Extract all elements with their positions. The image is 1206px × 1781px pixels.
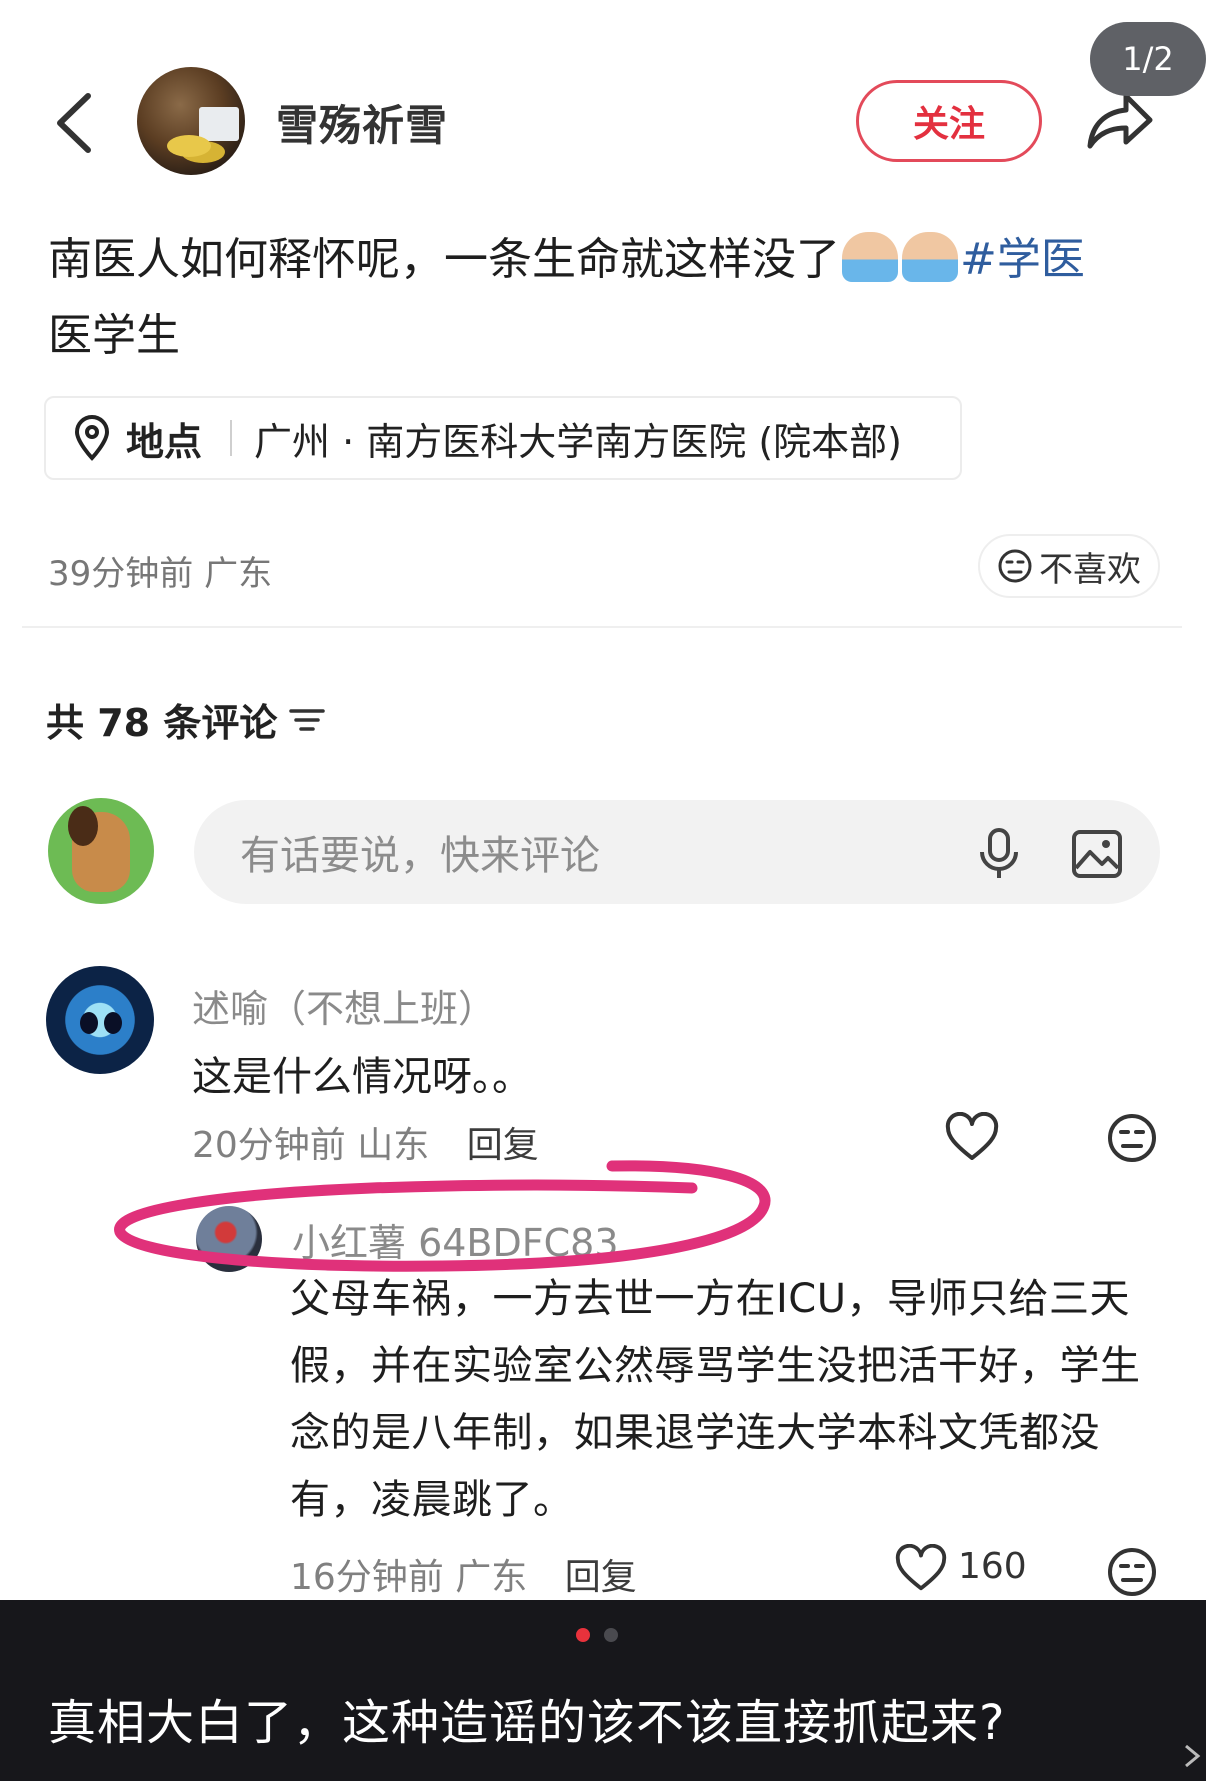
heart-icon[interactable]	[944, 1112, 1000, 1164]
comment-text: 这是什么情况呀。。	[192, 1054, 532, 1100]
pager-dot-active	[576, 1628, 590, 1642]
post-text-main: 南医人如何释怀呢，一条生命就这样没了	[48, 234, 840, 285]
dislike-face-icon	[998, 549, 1032, 583]
avatar-mane	[68, 806, 98, 846]
location-pin-icon	[74, 415, 110, 461]
commenter-name[interactable]: 述喻（不想上班）	[192, 978, 496, 1033]
follow-button[interactable]: 关注	[856, 80, 1042, 162]
comment-count: 共 78 条评论	[46, 692, 327, 747]
location-label: 地点	[126, 419, 203, 464]
location-value: 广州 · 南方医科大学南方医院 (院本部)	[254, 419, 902, 464]
my-avatar	[48, 798, 154, 904]
filter-icon[interactable]	[287, 703, 327, 737]
post-body: 南医人如何释怀呢，一条生命就这样没了 #学医 医学生	[48, 222, 1178, 374]
like-count: 160	[958, 1546, 1027, 1587]
dislike-button[interactable]: 不喜欢	[978, 534, 1160, 598]
reply-button[interactable]: 回复	[565, 1557, 637, 1598]
back-icon[interactable]	[50, 88, 100, 158]
dislike-label: 不喜欢	[1039, 549, 1141, 590]
reply-time-region: 16分钟前 广东	[290, 1557, 528, 1598]
avatar-eye	[104, 1012, 122, 1034]
avatar-laptop	[199, 107, 239, 141]
annotation-circle	[114, 1160, 771, 1272]
hashtag-link[interactable]: #学医	[960, 234, 1085, 285]
location-divider	[230, 420, 233, 456]
page-indicator: 1/2	[1090, 22, 1206, 96]
reply-text: 父母车祸，一方去世一方在ICU，导师只给三天假，并在实验室公然辱骂学生没把活干好…	[290, 1276, 1141, 1523]
dislike-face-icon[interactable]	[1106, 1546, 1158, 1598]
image-icon[interactable]	[1070, 828, 1124, 880]
heart-icon[interactable]	[894, 1544, 948, 1594]
overlay-caption: 真相大白了，这种造谣的该不该直接抓起来?	[48, 1695, 1006, 1751]
crying-emoji-icon	[842, 232, 898, 282]
post-time-region: 39分钟前 广东	[48, 554, 273, 594]
corner-mark-icon	[1185, 1744, 1201, 1768]
author-avatar[interactable]	[137, 67, 245, 175]
pager-dot	[604, 1628, 618, 1642]
avatar-eye	[80, 1012, 98, 1034]
comment-count-label: 共 78 条评论	[46, 701, 278, 745]
location-tag[interactable]: 地点 广州 · 南方医科大学南方医院 (院本部)	[44, 396, 962, 480]
reply-meta: 16分钟前 广东 回复	[290, 1548, 637, 1600]
section-divider	[22, 626, 1182, 628]
commenter-avatar[interactable]	[46, 966, 154, 1074]
avatar-banana	[167, 135, 211, 157]
share-icon[interactable]	[1082, 88, 1156, 154]
author-username[interactable]: 雪殇祈雪	[276, 92, 448, 153]
microphone-icon[interactable]	[976, 826, 1022, 882]
post-text-tail: 医学生	[48, 310, 180, 361]
crying-emoji-icon	[902, 232, 958, 282]
dislike-face-icon[interactable]	[1106, 1112, 1158, 1164]
